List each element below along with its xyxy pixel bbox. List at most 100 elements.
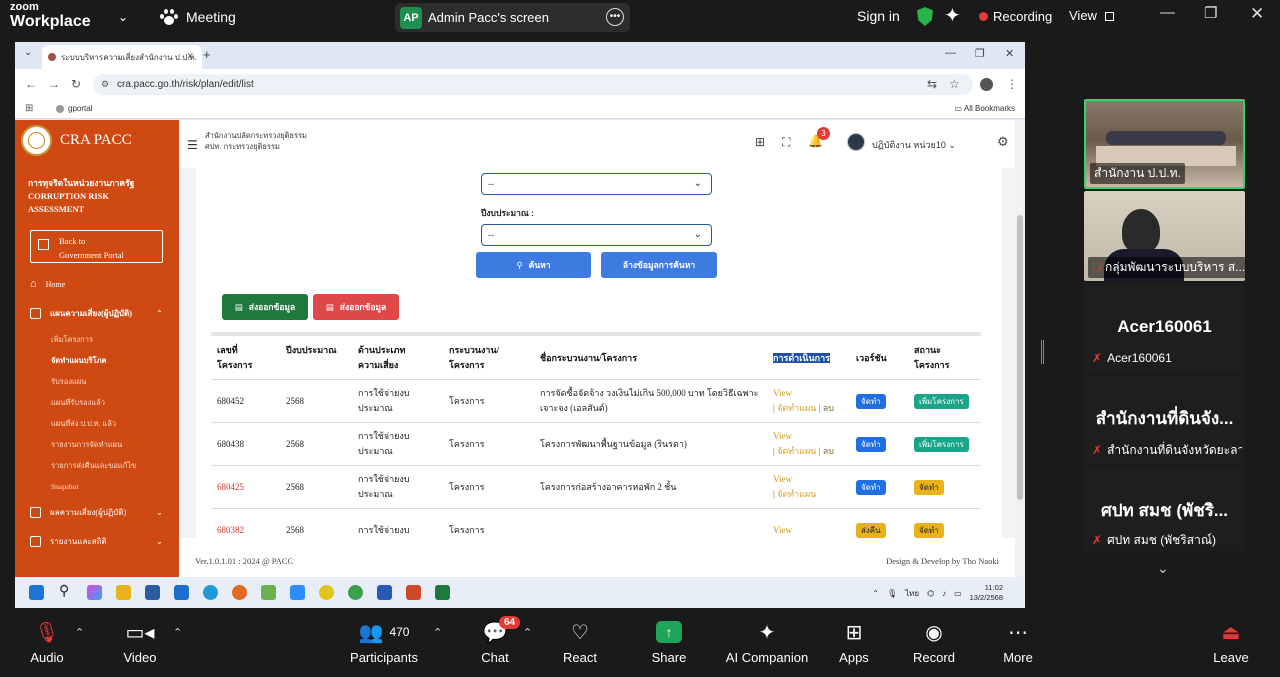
kebab-menu-icon[interactable]: ⋮: [1006, 77, 1018, 91]
user-menu[interactable]: ปฏิบัติงาน หน่วย10 ⌄: [872, 138, 956, 152]
apps-button[interactable]: ⊞ Apps: [834, 618, 874, 666]
qr-icon[interactable]: ⊞: [755, 135, 765, 149]
translate-icon[interactable]: ⇆: [927, 77, 937, 91]
participant-tile-text[interactable]: สำนักงานที่ดินจัง... ✗ สำนักงานที่ดินจังห…: [1084, 375, 1245, 465]
volume-icon[interactable]: ♪: [942, 589, 946, 598]
audio-options-caret[interactable]: ⌃: [75, 626, 84, 639]
participant-tile-video[interactable]: สำนักงาน ป.ป.ท.: [1084, 99, 1245, 189]
avatar[interactable]: [847, 133, 865, 151]
make-plan-link[interactable]: จัดทำแผน: [777, 489, 816, 499]
search-button[interactable]: ⚲ ค้นหา: [476, 252, 591, 278]
outlook-icon[interactable]: [174, 585, 189, 600]
sidebar-item-report[interactable]: รายงานและสถิติ ⌄: [30, 535, 163, 548]
minimize-icon[interactable]: —: [1160, 4, 1175, 21]
browser-close-icon[interactable]: ✕: [1005, 47, 1014, 60]
snipping-tool-icon[interactable]: [261, 585, 276, 600]
col-header-id[interactable]: เลขที่ โครงการ: [211, 340, 280, 380]
sign-in-link[interactable]: Sign in: [857, 8, 900, 24]
fiscal-year-select[interactable]: -- ⌄: [481, 224, 712, 246]
export-excel-button[interactable]: ▤ ส่งออกข้อมูล: [222, 294, 308, 320]
recording-indicator[interactable]: Recording: [979, 9, 1052, 24]
hamburger-icon[interactable]: ☰: [187, 138, 198, 152]
cell-id[interactable]: 680425: [211, 465, 280, 509]
filter-select-1[interactable]: -- ⌄: [481, 173, 712, 195]
make-plan-link[interactable]: จัดทำแผน: [777, 403, 816, 413]
excel-icon[interactable]: [435, 585, 450, 600]
calculator-icon[interactable]: [145, 585, 160, 600]
view-link[interactable]: View: [773, 388, 792, 398]
chrome-profile-icon[interactable]: [348, 585, 363, 600]
all-bookmarks[interactable]: ▭ All Bookmarks: [955, 104, 1015, 113]
page-scrollbar[interactable]: [1015, 120, 1025, 577]
participants-button[interactable]: 👥 470 Participants: [349, 618, 419, 666]
col-header-risk[interactable]: ด้านประเภท ความเสี่ยง: [352, 340, 443, 380]
col-header-type[interactable]: กระบวนงาน/ โครงการ: [443, 340, 534, 380]
view-link[interactable]: View: [773, 474, 792, 484]
browser-restore-icon[interactable]: ❐: [975, 47, 985, 60]
sidebar-subitem-snapshot[interactable]: Snapshot: [51, 482, 79, 491]
url-bar[interactable]: ⚙ cra.pacc.go.th/risk/plan/edit/list: [93, 74, 973, 95]
sidebar-subitem-sent-plans[interactable]: แผนที่ส่ง ป.ป.ท. แล้ว: [51, 418, 116, 430]
chevron-up-icon[interactable]: ⌃: [872, 589, 879, 598]
ai-sparkle-icon[interactable]: ✦: [944, 3, 961, 28]
scrollbar-thumb[interactable]: [1017, 215, 1023, 500]
bookmark-gportal[interactable]: gportal: [56, 104, 92, 113]
search-icon[interactable]: ⚲: [59, 582, 74, 598]
sidebar-item-home[interactable]: ⌂ Home: [30, 278, 65, 290]
col-header-status[interactable]: สถานะ โครงการ: [908, 340, 981, 380]
back-arrow-icon[interactable]: ←: [25, 77, 37, 91]
export-pdf-button[interactable]: ▤ ส่งออกข้อมูล: [313, 294, 399, 320]
sidebar-subitem-make-plan[interactable]: จัดทำแผนบริโภค: [51, 355, 107, 367]
react-button[interactable]: ♡ React: [560, 618, 600, 666]
clear-search-button[interactable]: ล้างข้อมูลการค้นหา: [601, 252, 717, 278]
profile-icon[interactable]: [980, 78, 993, 91]
make-plan-link[interactable]: จัดทำแผน: [777, 446, 816, 456]
battery-icon[interactable]: ▭: [954, 589, 962, 598]
firefox-icon[interactable]: [232, 585, 247, 600]
sidebar-subitem-certify-plan[interactable]: รับรองแผน: [51, 376, 86, 388]
view-menu[interactable]: View: [1069, 8, 1114, 23]
copilot-icon[interactable]: [87, 585, 102, 600]
screen-share-indicator[interactable]: AP Admin Pacc's screen •••: [395, 3, 630, 32]
tab-close-icon[interactable]: ✕: [186, 51, 194, 62]
participants-options-caret[interactable]: ⌃: [433, 626, 442, 639]
view-link[interactable]: View: [773, 525, 792, 535]
word-icon[interactable]: [377, 585, 392, 600]
panel-resize-handle[interactable]: [1041, 340, 1044, 364]
meeting-menu[interactable]: Meeting: [160, 9, 236, 25]
restore-icon[interactable]: ❐: [1204, 4, 1217, 22]
cell-id[interactable]: 680382: [211, 508, 280, 538]
browser-tab[interactable]: ระบบบริหารความเสี่ยงสำนักงาน ป.ป.ท. ✕: [42, 45, 202, 69]
sidebar-item-result[interactable]: ผลความเสี่ยง(ผู้ปฏิบัติ) ⌄: [30, 506, 163, 519]
forward-arrow-icon[interactable]: →: [48, 77, 60, 91]
video-options-caret[interactable]: ⌃: [173, 626, 182, 639]
ai-companion-button[interactable]: ✦ AI Companion: [724, 618, 810, 666]
col-header-actions[interactable]: การดำเนินการ: [767, 340, 850, 380]
leave-button[interactable]: ⏏ Leave: [1210, 618, 1252, 666]
sidebar-subitem-returned[interactable]: รายการส่งคืนและขอแก้ไข: [51, 460, 136, 472]
col-header-version[interactable]: เวอร์ชัน: [850, 340, 908, 380]
participant-tile-text[interactable]: Acer160061 ✗ Acer160061: [1084, 283, 1245, 373]
apps-grid-icon[interactable]: ⊞: [25, 103, 33, 114]
bookmark-star-icon[interactable]: ☆: [949, 77, 960, 91]
col-header-name[interactable]: ชื่อกระบวนงาน/โครงการ: [534, 340, 767, 380]
file-explorer-icon[interactable]: [116, 585, 131, 600]
more-options-icon[interactable]: •••: [606, 8, 624, 26]
gear-icon[interactable]: ⚙: [997, 134, 1009, 150]
audio-button[interactable]: 🎙 Audio: [22, 618, 72, 666]
clock[interactable]: 11:02 13/2/2568: [970, 583, 1003, 603]
col-header-year[interactable]: ปีงบประมาณ: [280, 340, 352, 380]
participant-tile-text[interactable]: ศปท สมช (พัชริ... ✗ ศปท สมช (พัชริสาณ์): [1084, 467, 1245, 551]
zoom-app-icon[interactable]: [290, 585, 305, 600]
tab-list-icon[interactable]: ⌄: [24, 47, 32, 58]
site-info-icon[interactable]: ⚙: [101, 74, 109, 95]
chrome-icon[interactable]: [319, 585, 334, 600]
delete-link[interactable]: ลบ: [823, 446, 834, 456]
scroll-down-chevron-icon[interactable]: ⌄: [1157, 560, 1169, 577]
record-button[interactable]: ◉ Record: [911, 618, 957, 666]
back-to-portal-button[interactable]: Back to Government Portal: [30, 230, 163, 263]
new-tab-icon[interactable]: +: [203, 47, 211, 62]
sidebar-subitem-plan-report[interactable]: รายงานการจัดทำแผน: [51, 439, 122, 451]
browser-minimize-icon[interactable]: —: [945, 47, 956, 59]
powerpoint-icon[interactable]: [406, 585, 421, 600]
